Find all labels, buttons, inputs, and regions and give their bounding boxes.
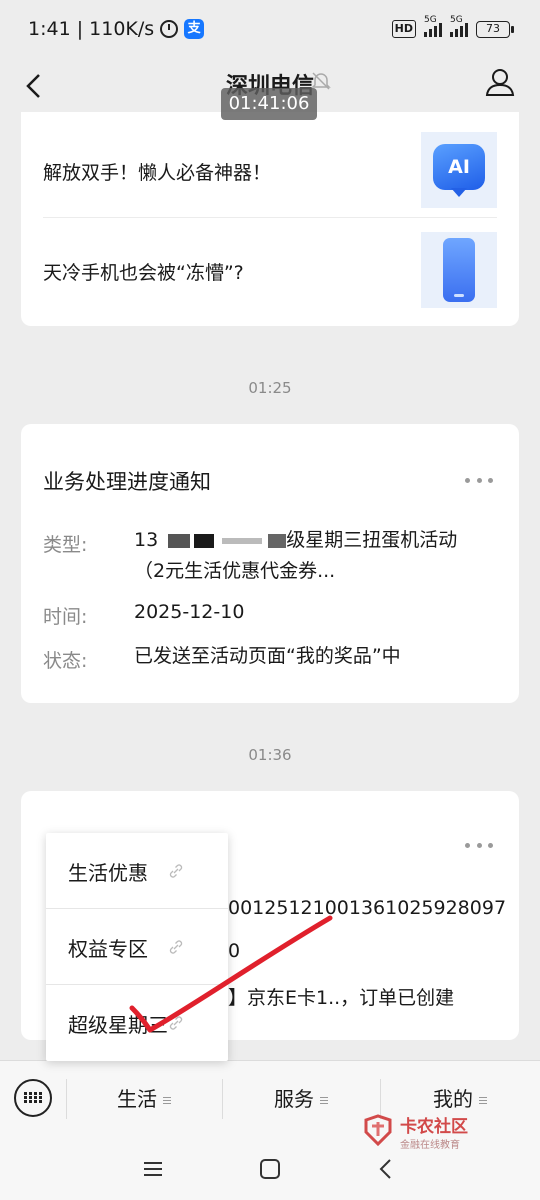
back-nav-icon[interactable]	[373, 1156, 399, 1182]
alarm-icon	[160, 20, 179, 38]
order-number-value: 0012512100136102592809​7	[228, 897, 507, 919]
link-icon	[169, 1016, 183, 1030]
menu-tab-label: 服务	[274, 1087, 314, 1111]
home-icon[interactable]	[257, 1156, 283, 1182]
submenu-item-benefits[interactable]: 权益专区	[46, 909, 228, 985]
time-label: 时间:	[43, 606, 88, 628]
link-icon	[169, 940, 183, 954]
menu-lines-icon	[163, 1097, 171, 1104]
phone-thumbnail	[421, 232, 497, 308]
status-value: 已发送至活动页面“我的奖品”中	[134, 645, 401, 667]
submenu-item-label: 生活优惠	[68, 861, 148, 885]
status-label: 状态:	[43, 650, 88, 672]
status-bar: 1:41 | 110K/s 支 HD 5G 5G 73	[0, 0, 540, 62]
watermark: 卡农社区 金融在线教育	[360, 1108, 490, 1154]
menu-tab-service[interactable]: 服务	[222, 1083, 380, 1112]
time-value: 0	[228, 940, 241, 962]
menu-lines-icon	[479, 1097, 487, 1104]
message-timestamp: 01:36	[248, 746, 292, 764]
recent-apps-icon[interactable]	[140, 1156, 166, 1182]
link-icon	[169, 864, 183, 878]
alipay-icon: 支	[184, 19, 205, 39]
type-label: 类型:	[43, 534, 88, 556]
article-title: 解放双手！懒人必备神器！	[43, 162, 272, 184]
hd-badge: HD	[391, 20, 416, 38]
signal-icon: 5G	[424, 15, 442, 37]
submenu-popup: 生活优惠 权益专区 超级星期三	[46, 833, 228, 1061]
submenu-item-life-deals[interactable]: 生活优惠	[46, 833, 228, 909]
menu-lines-icon	[320, 1097, 328, 1104]
article-item[interactable]: 天冷手机也会被“冻懵”?	[43, 220, 497, 318]
type-value: 13 级星期三扭蛋机活动 （2元生活优惠代金券...	[134, 529, 458, 582]
user-profile-icon[interactable]	[484, 66, 516, 98]
submenu-item-label: 超级星期三	[68, 1013, 168, 1037]
keyboard-toggle-icon[interactable]	[14, 1079, 52, 1117]
watermark-title: 卡农社区	[400, 1117, 468, 1137]
more-options-icon[interactable]	[465, 476, 493, 484]
article-item[interactable]: 解放双手！懒人必备神器！ AI	[43, 120, 497, 218]
submenu-item-label: 权益专区	[68, 937, 148, 961]
battery-icon: 73	[476, 20, 514, 38]
time-value: 2025-12-10	[134, 601, 245, 623]
watermark-subtitle: 金融在线教育	[400, 1140, 460, 1151]
message-timestamp: 01:25	[248, 379, 292, 397]
ai-thumbnail: AI	[421, 132, 497, 208]
article-card: 解放双手！懒人必备神器！ AI 天冷手机也会被“冻懵”?	[21, 112, 519, 326]
time-overlay: 01:41:06	[221, 88, 317, 120]
ai-badge: AI	[433, 144, 485, 190]
menu-tab-label: 生活	[117, 1087, 157, 1111]
signal-icon-2: 5G	[450, 15, 468, 37]
watermark-logo-icon	[364, 1114, 392, 1147]
notice-title: 业务处理进度通知	[43, 470, 211, 494]
status-time: 1:41 | 110K/s	[28, 18, 155, 40]
more-options-icon[interactable]	[465, 841, 493, 849]
notice-card[interactable]: 业务处理进度通知 类型: 13 级星期三扭蛋机活动 （2元生活优惠代金券... 时…	[21, 424, 519, 703]
status-left: 1:41 | 110K/s 支	[28, 18, 205, 40]
order-status-value: 】京东E卡1..，订单已创建	[228, 987, 455, 1009]
article-title: 天冷手机也会被“冻懵”?	[43, 262, 244, 284]
menu-tab-life[interactable]: 生活	[66, 1083, 222, 1112]
status-right: HD 5G 5G 73	[391, 15, 514, 38]
submenu-item-super-wednesday[interactable]: 超级星期三	[46, 985, 228, 1061]
